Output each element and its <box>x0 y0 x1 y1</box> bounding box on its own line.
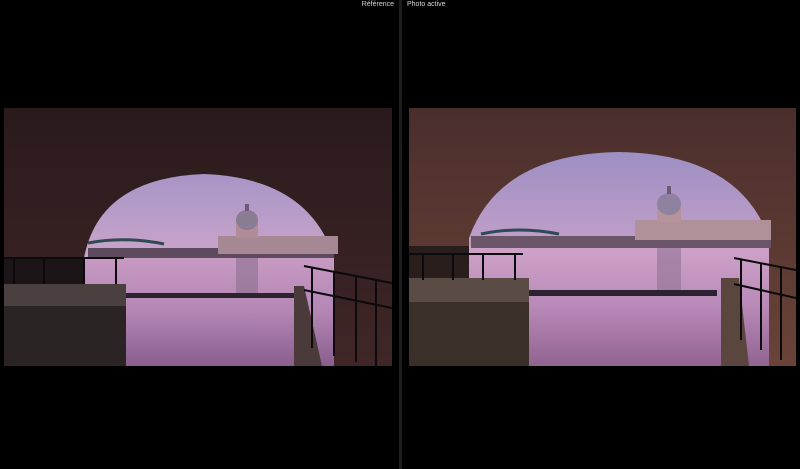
reference-label: Référence <box>361 1 394 8</box>
active-photo-image <box>409 108 796 366</box>
active-photo[interactable] <box>409 108 796 366</box>
active-label: Photo active <box>407 1 446 8</box>
reference-photo[interactable] <box>4 108 392 366</box>
active-pane: Photo active <box>402 0 800 469</box>
reference-pane: Référence <box>0 0 399 469</box>
reference-photo-image <box>4 108 392 366</box>
